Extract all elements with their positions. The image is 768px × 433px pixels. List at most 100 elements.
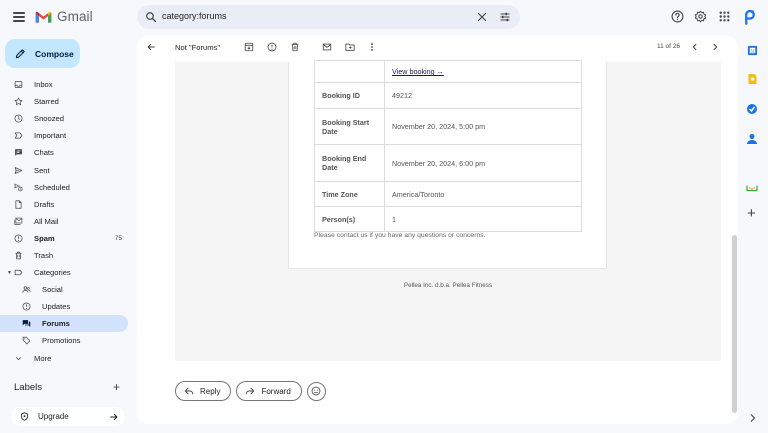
more-options-icon[interactable] [367,42,377,52]
create-label-button[interactable]: + [113,381,120,393]
mark-unread-icon[interactable] [322,42,332,52]
settings-icon[interactable] [694,10,707,23]
view-booking-link[interactable]: View booking → [392,67,444,76]
caret-down-icon[interactable]: ▼ [7,270,12,276]
label-icon [14,268,23,277]
archive-icon[interactable] [244,42,254,52]
sidebar-item-promotions[interactable]: Promotions [0,332,128,349]
search-options-icon[interactable] [499,11,511,23]
tasks-icon[interactable] [745,102,759,116]
sidebar-item-spam[interactable]: Spam 75 [0,230,128,247]
newer-chevron-left-icon[interactable] [690,42,700,52]
sidebar-item-drafts[interactable]: Drafts [0,196,128,213]
search-bar[interactable]: category:forums [137,5,520,29]
spam-icon [14,234,23,243]
sidebar-item-more[interactable]: More [0,350,128,367]
send-icon [14,166,23,175]
delete-icon[interactable] [290,42,300,52]
table-value: November 20, 2024, 5:00 pm [384,108,582,145]
sidebar-item-updates[interactable]: Updates [0,298,128,315]
sidebar-item-label: Sent [34,165,50,175]
reply-label: Reply [200,386,221,396]
sidebar-item-label: Inbox [34,80,53,90]
sidebar-item-label: Drafts [34,199,55,209]
sidebar-item-label: Categories [34,268,71,278]
add-reaction-button[interactable] [306,381,326,401]
sidebar-item-inbox[interactable]: Inbox [0,76,128,93]
emoji-icon [311,386,321,396]
promotions-icon [22,336,31,345]
table-key: Person(s) [314,206,385,232]
move-to-icon[interactable] [345,42,355,52]
sidebar-item-sent[interactable]: Sent [0,161,128,178]
message-position: 11 of 26 [657,43,681,50]
message-view: Not "Forums" 11 of 26 View booking → Boo… [137,35,738,424]
back-arrow-icon[interactable] [146,42,156,52]
sidebar-item-important[interactable]: Important [0,127,128,144]
sidebar-item-label: Chats [34,148,54,158]
upgrade-button[interactable]: Upgrade [11,407,125,426]
sidebar-item-starred[interactable]: Starred [0,93,128,110]
star-icon [14,97,23,106]
sidebar-item-trash[interactable]: Trash [0,247,128,264]
chat-icon [14,148,23,157]
table-row: Booking End Date November 20, 2024, 6:00… [314,144,582,182]
social-icon [22,285,31,294]
move-out-label[interactable]: Not "Forums" [175,43,220,52]
table-value: 49212 [384,82,582,109]
contacts-icon[interactable] [745,132,759,146]
addon-icon[interactable] [745,180,759,194]
sidebar-item-scheduled[interactable]: Scheduled [0,179,128,196]
gmail-logo[interactable]: Gmail [35,9,93,24]
expand-panel-chevron-icon[interactable] [749,413,757,423]
older-chevron-right-icon[interactable] [710,42,720,52]
main-menu-button[interactable] [13,11,25,23]
table-row: Booking Start Date November 20, 2024, 5:… [314,108,582,145]
sidebar-item-categories[interactable]: ▼ Categories [0,264,128,281]
sidebar-item-label: More [34,353,52,363]
upgrade-label: Upgrade [38,412,69,421]
sidebar-item-label: Forums [42,319,70,329]
reply-button[interactable]: Reply [175,381,232,401]
message-actions: Reply Forward [175,381,326,401]
gmail-m-icon [35,11,52,23]
account-avatar-icon[interactable] [741,8,759,26]
vertical-scrollbar[interactable] [732,235,737,413]
help-icon[interactable] [671,10,684,23]
sidebar-item-label: Important [34,131,67,141]
shield-icon [21,412,28,421]
sidebar-item-forums[interactable]: Forums [0,315,128,333]
calendar-icon[interactable]: 31 [745,43,759,57]
apps-icon[interactable] [718,10,731,23]
inbox-icon [14,80,23,89]
table-key: Booking Start Date [314,108,385,145]
sidebar-item-all-mail[interactable]: All Mail [0,213,128,230]
search-input[interactable]: category:forums [162,11,227,21]
keep-icon[interactable] [745,72,759,86]
booking-details-table: View booking → Booking ID 49212 Booking … [314,60,582,232]
table-row: Booking ID 49212 [314,82,582,109]
compose-button[interactable]: Compose [5,39,80,68]
sidebar-item-social[interactable]: Social [0,281,128,298]
email-footer: Pellea Inc. d.b.a. Pellea Fitness [403,282,493,289]
forums-icon [22,319,31,328]
table-row: Time Zone America/Toronto [314,181,582,207]
get-addons-button[interactable]: + [747,206,756,221]
report-spam-icon[interactable] [267,42,277,52]
labels-heading: Labels [14,382,42,393]
forward-button[interactable]: Forward [236,381,302,401]
sidebar-item-snoozed[interactable]: Snoozed [0,110,128,127]
email-card: View booking → Booking ID 49212 Booking … [288,60,607,269]
table-key: Booking ID [314,82,385,109]
sidebar-item-label: Updates [42,302,71,312]
app-name: Gmail [57,9,93,24]
clear-search-icon[interactable] [476,11,488,23]
table-value: 1 [384,206,582,232]
sidebar-item-label: Promotions [42,336,81,346]
table-key: Time Zone [314,181,385,207]
sidebar-item-chats[interactable]: Chats [0,144,128,161]
arrow-right-icon [110,414,118,420]
important-icon [14,131,23,140]
search-icon[interactable] [145,11,157,23]
sidebar-item-label: Spam [34,233,55,243]
